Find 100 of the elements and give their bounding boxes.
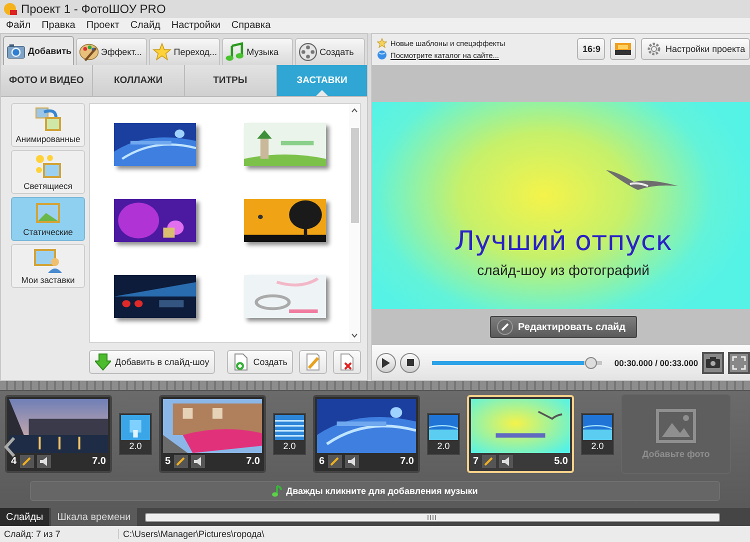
menu-item[interactable]: Слайд [130,20,160,31]
edit-slide-button[interactable] [20,454,34,468]
category-button[interactable]: Мои заставки [11,244,85,288]
picture-with-user-icon [33,247,63,273]
animated-picture-icon [34,106,62,132]
pencil-icon [496,319,513,336]
menu-item[interactable]: Проект [86,20,120,31]
menu-item[interactable]: Файл [6,20,31,31]
fullscreen-button[interactable] [728,352,750,374]
scroll-up-icon [351,108,358,113]
slide-tile[interactable]: 7 5.0 [467,395,574,473]
slide-duration: 7.0 [92,456,106,466]
transition-duration: 2.0 [128,440,143,453]
slide-number: 6 [319,456,325,466]
edit-slide-button[interactable] [174,454,188,468]
transition-tile[interactable]: 2.0 [581,413,614,455]
window-title: Проект 1 - ФотоШОУ PRO [21,2,166,16]
slide-number: 5 [165,456,171,466]
play-button[interactable] [376,352,396,373]
pencil-icon [305,353,322,371]
toolbar-tab[interactable]: Музыка [222,38,293,65]
transition-tile[interactable]: 2.0 [273,413,306,455]
toolbar-tab[interactable]: Создать [294,38,366,65]
stop-icon [406,359,414,366]
fullscreen-icon [732,356,746,370]
transition-duration: 2.0 [282,440,297,453]
slide-duration: 7.0 [400,456,414,466]
film-reel-icon [298,42,318,62]
menu-item[interactable]: Правка [42,20,76,31]
transition-tile[interactable]: 2.0 [119,413,152,455]
menu-item[interactable]: Настройки [171,20,220,31]
section-tab[interactable]: КОЛЛАЖИ [92,65,185,96]
category-button[interactable]: Светящиеся [11,150,85,194]
music-hint: Дважды кликните для добавления музыки [286,486,478,496]
scroll-left-icon [4,436,16,458]
slide-tile[interactable]: 5 7.0 [159,395,266,473]
globe-icon [377,50,388,60]
scrollbar[interactable] [144,512,720,522]
palette-icon [78,42,99,62]
glowing-picture-icon [34,153,62,179]
image-placeholder-icon [656,409,696,443]
edit-slide-button[interactable]: Редактировать слайд [490,316,637,338]
playback-slider[interactable] [432,360,584,365]
add-to-slideshow-button[interactable]: Добавить в слайд-шоу [89,350,216,374]
transition-duration: 2.0 [436,440,451,453]
settings-icon [646,41,662,58]
transition-tile[interactable]: 2.0 [427,413,460,455]
down-arrow-icon [95,353,111,371]
slide-tile[interactable]: 6 7.0 [313,395,420,473]
speaker-icon [40,456,48,466]
pencil-icon [330,456,340,466]
new-document-icon [233,353,250,371]
slide-duration: 5.0 [554,456,568,466]
scroll-down-icon [351,333,358,338]
playback-time: 00:30.000 / 00:33.000 [614,358,698,368]
sound-button[interactable] [498,454,513,468]
pencil-icon [176,456,186,466]
folder-path: C:\Users\Manager\Pictures\города\ [118,529,264,539]
sound-button[interactable] [344,454,359,468]
edit-slide-button[interactable] [328,454,342,468]
music-note-icon [272,485,282,497]
category-button[interactable]: Анимированные [11,103,85,147]
slide-subtitle: слайд-шоу из фотографий [477,262,650,278]
music-note-icon [224,42,245,62]
camera-icon [706,357,720,368]
speaker-icon [502,456,510,466]
toolbar-tab[interactable]: Переход... [148,38,220,65]
toolbar-tab[interactable]: Добавить [3,36,74,65]
create-button[interactable]: Создать [227,350,294,374]
transition-duration: 2.0 [590,440,605,453]
category-button[interactable]: Статические [11,197,85,241]
slide-number: 7 [473,456,479,466]
slider-thumb[interactable] [584,356,597,369]
pencil-icon [22,456,32,466]
view-tab[interactable]: Шкала времени [51,508,137,526]
speaker-icon [348,456,356,466]
slide-tile[interactable]: 4 7.0 [5,395,112,473]
app-logo-icon [3,2,17,16]
sound-button[interactable] [36,454,51,468]
toolbar-tab[interactable]: Эффект... [76,38,147,65]
star-icon [377,38,388,48]
view-tab[interactable]: Слайды [0,508,50,526]
edit-button[interactable] [299,350,328,374]
pencil-icon [484,456,494,466]
slide-number: 4 [11,456,17,466]
aspect-ratio-button[interactable]: 16:9 [577,38,606,60]
delete-button[interactable] [333,350,362,374]
snapshot-button[interactable] [702,352,724,374]
background-button[interactable] [610,38,636,60]
sound-button[interactable] [190,454,205,468]
scrollbar[interactable] [349,104,360,342]
stop-button[interactable] [400,352,420,373]
sunset-picture-icon [615,43,632,56]
speaker-icon [194,456,202,466]
project-settings-button[interactable]: Настройки проекта [641,38,750,60]
edit-slide-button[interactable] [482,454,496,468]
menu-item[interactable]: Справка [231,20,271,31]
delete-document-icon [339,353,356,371]
section-tab[interactable]: ФОТО И ВИДЕО [1,65,93,96]
slide-duration: 7.0 [246,456,260,466]
